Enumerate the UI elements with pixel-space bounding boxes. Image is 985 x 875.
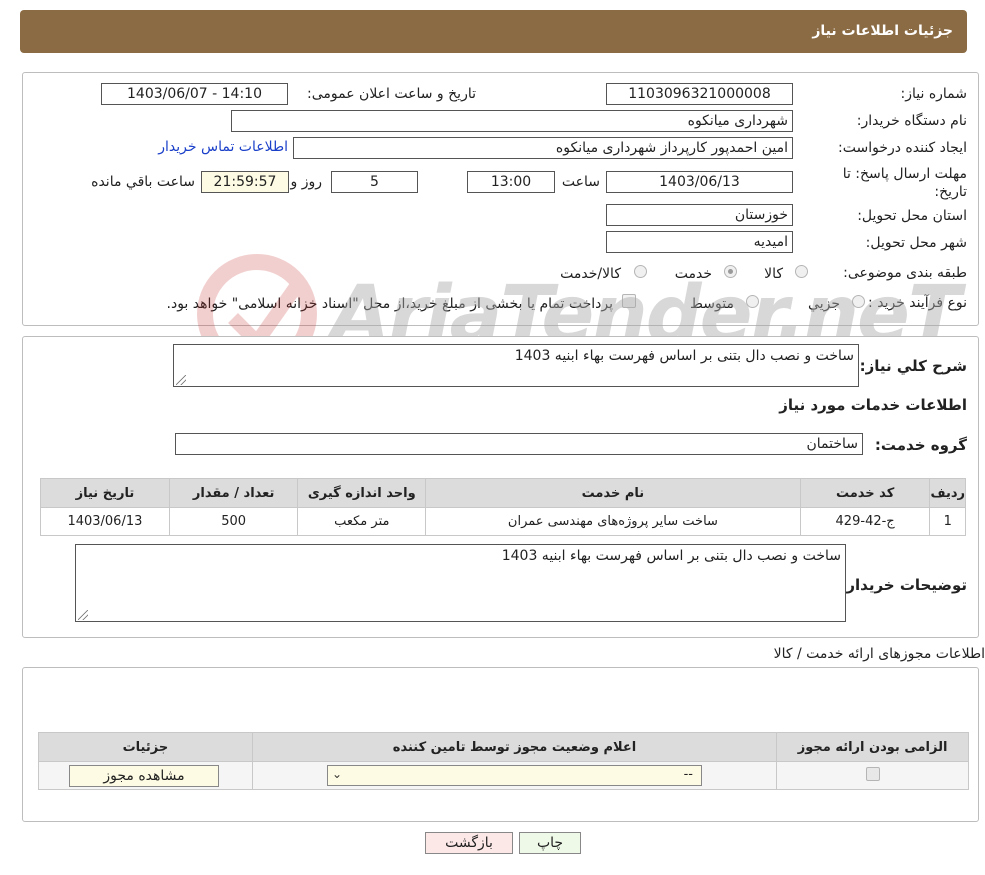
select-chevron-down-icon: ⌄ [332, 767, 343, 781]
announce-field: 1403/06/07 - 14:10 [101, 83, 288, 105]
view-permit-button[interactable]: مشاهده مجوز [69, 765, 219, 787]
summary-text: ساخت و نصب دال بتنی بر اساس فهرست بهاء ا… [514, 348, 854, 364]
deadline-time-field: 13:00 [467, 171, 555, 193]
summary-resize-grip-icon[interactable] [175, 374, 186, 385]
remaining-time-field: 21:59:57 [201, 171, 289, 193]
col-row-header: ردیف [929, 478, 966, 508]
service-group-label: گروه خدمت: [874, 436, 967, 454]
col-code-header: کد خدمت [799, 478, 931, 508]
services-table: ردیف کد خدمت نام خدمت واحد اندازه گیری ت… [40, 478, 966, 536]
buyer-notes-textarea[interactable]: ساخت و نصب دال بتنی بر اساس فهرست بهاء ا… [75, 544, 846, 622]
cell-unit: متر مکعب [297, 507, 427, 536]
service-group-field: ساختمان [175, 433, 863, 455]
permit-required-header: الزامی بودن ارائه مجوز [776, 732, 969, 762]
days-label: روز و [290, 174, 323, 190]
cell-qty: 500 [168, 507, 299, 536]
days-field: 5 [331, 171, 418, 193]
services-section-title: اطلاعات خدمات مورد نیاز [779, 396, 967, 414]
city-label: شهر محل تحویل: [865, 235, 967, 251]
buyer-notes-label: توضیحات خریدار: [840, 576, 967, 594]
deadline-time-label: ساعت [561, 174, 600, 190]
print-button[interactable]: چاپ [519, 832, 581, 854]
need-number-label: شماره نیاز: [900, 86, 968, 102]
col-date-header: تاریخ نیاز [40, 478, 170, 508]
cell-date: 1403/06/13 [40, 507, 170, 536]
col-name-header: نام خدمت [425, 478, 801, 508]
summary-label: شرح کلي نياز: [859, 357, 967, 375]
province-field: خوزستان [606, 204, 793, 226]
cell-name: ساخت سایر پروژه‌های مهندسی عمران [425, 507, 801, 536]
buyer-contact-link[interactable]: اطلاعات تماس خریدار [158, 139, 288, 155]
cell-code: ج-42-429 [799, 507, 931, 536]
buyer-notes-resize-grip-icon[interactable] [77, 609, 88, 620]
permit-status-select-value: -- [683, 767, 693, 782]
deadline-label: مهلت ارسال پاسخ: تا تاریخ: [842, 166, 967, 200]
page-header: جزئیات اطلاعات نیاز [20, 10, 967, 53]
province-label: استان محل تحویل: [857, 208, 967, 224]
permit-status-select[interactable]: ⌄ -- [327, 765, 702, 786]
col-qty-header: تعداد / مقدار [168, 478, 299, 508]
table-row: 1 ج-42-429 ساخت سایر پروژه‌های مهندسی عم… [40, 507, 966, 536]
need-number-field: 1103096321000008 [606, 83, 793, 105]
permit-details-header: جزئیات [38, 732, 253, 762]
creator-field: امین احمدپور کارپرداز شهرداری میانکوه [293, 137, 793, 159]
buyer-org-field: شهرداری میانکوه [231, 110, 793, 132]
announce-label: تاریخ و ساعت اعلان عمومی: [307, 86, 476, 102]
city-field: امیدیه [606, 231, 793, 253]
permit-status-header: اعلام وضعیت مجوز توسط تامین کننده [251, 732, 778, 762]
permits-table-header: الزامی بودن ارائه مجوز اعلام وضعیت مجوز … [38, 732, 969, 762]
buyer-org-label: نام دستگاه خریدار: [856, 113, 967, 129]
back-button[interactable]: بازگشت [425, 832, 513, 854]
creator-label: ایجاد کننده درخواست: [838, 140, 967, 156]
summary-textarea[interactable]: ساخت و نصب دال بتنی بر اساس فهرست بهاء ا… [173, 344, 859, 387]
remaining-label: ساعت باقي مانده [91, 174, 195, 190]
col-unit-header: واحد اندازه گیری [297, 478, 427, 508]
buyer-notes-text: ساخت و نصب دال بتنی بر اساس فهرست بهاء ا… [501, 548, 841, 564]
deadline-date-field: 1403/06/13 [606, 171, 793, 193]
permits-section-title: اطلاعات مجوزهای ارائه خدمت / کالا [773, 646, 985, 662]
services-table-header: ردیف کد خدمت نام خدمت واحد اندازه گیری ت… [40, 478, 966, 508]
permit-required-checkbox[interactable] [866, 767, 880, 781]
cell-row: 1 [929, 507, 966, 536]
